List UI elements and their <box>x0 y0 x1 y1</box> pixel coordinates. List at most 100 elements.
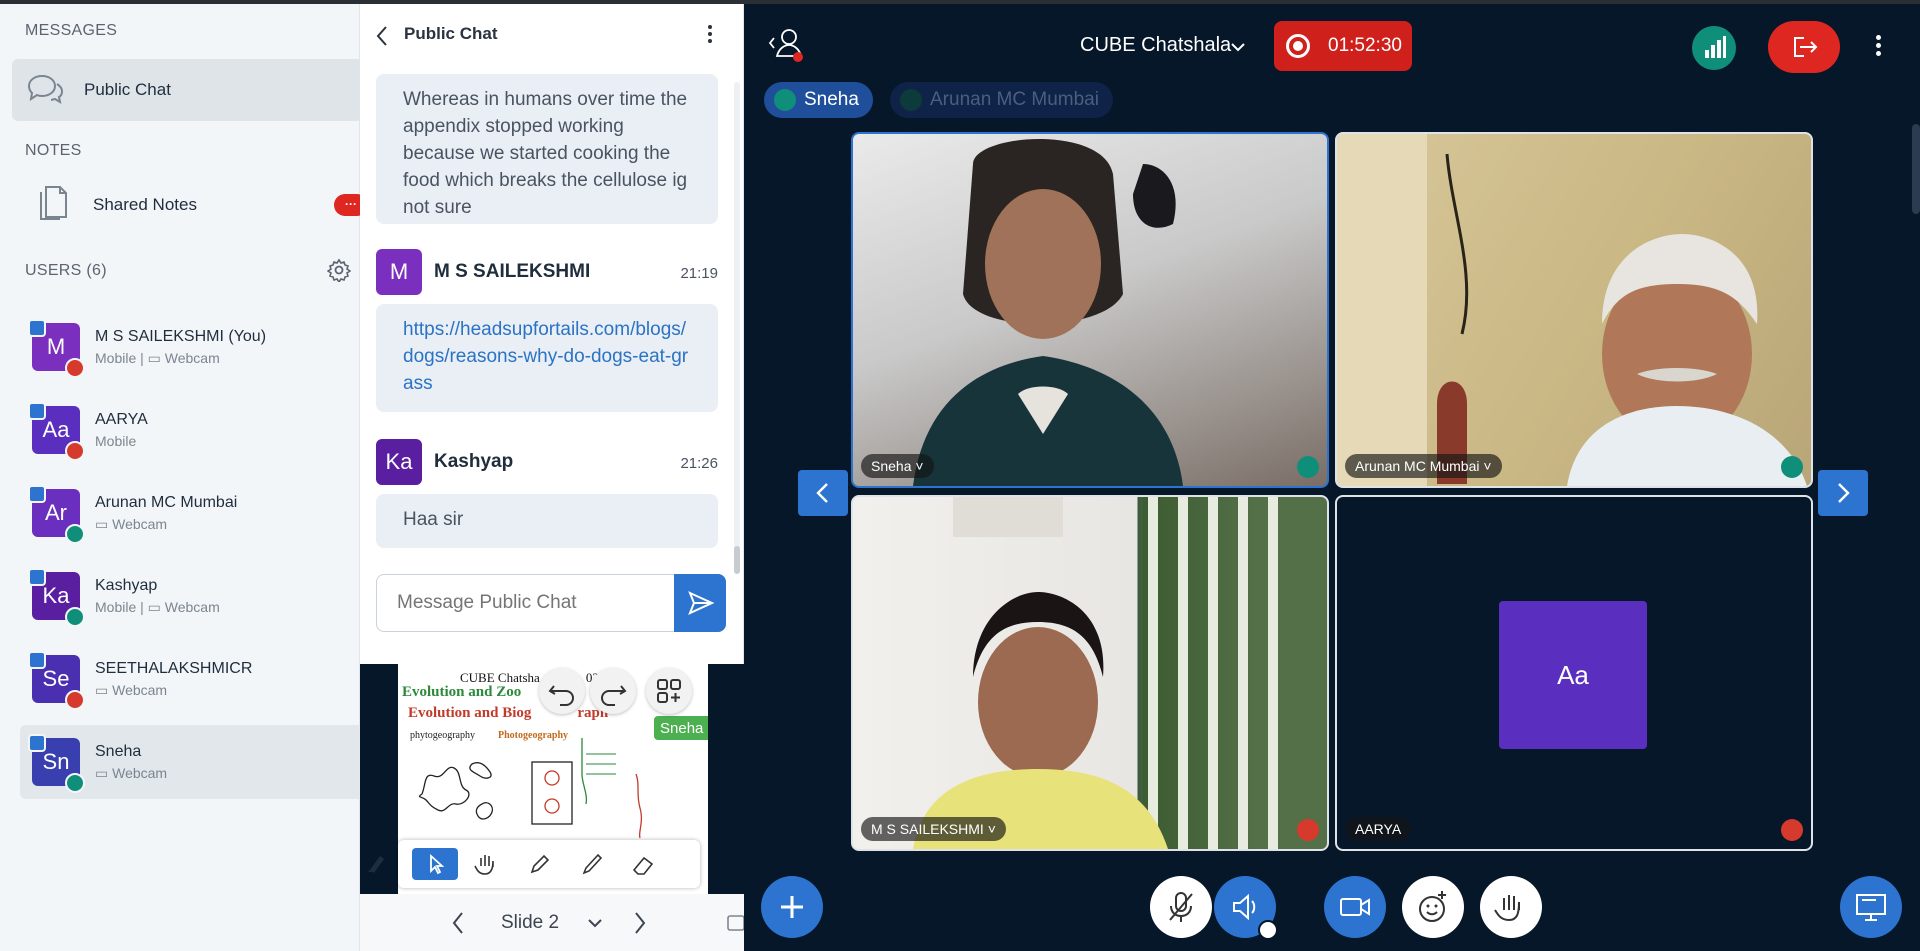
actions-button[interactable] <box>761 876 823 938</box>
presentation-options-icon[interactable] <box>726 912 744 934</box>
user-list-item[interactable]: Ka Kashyap Mobile | ▭ Webcam <box>20 559 360 633</box>
user-list-item[interactable]: Ar Arunan MC Mumbai ▭ Webcam <box>20 476 360 550</box>
presenter-icon <box>28 651 46 669</box>
multi-user-whiteboard-button[interactable] <box>646 668 692 714</box>
notes-title: NOTES <box>25 142 82 159</box>
microphone-muted-icon <box>65 690 85 710</box>
send-button[interactable] <box>674 574 726 632</box>
video-button[interactable] <box>1324 876 1386 938</box>
chat-scrollbar[interactable] <box>734 82 740 574</box>
raise-hand-button[interactable] <box>1480 876 1542 938</box>
tool-select[interactable] <box>412 848 458 880</box>
apps-grid-icon <box>657 679 681 703</box>
microphone-icon <box>65 607 85 627</box>
user-list-item[interactable]: Aa AARYA Mobile <box>20 393 360 467</box>
slide-text: phytogeography <box>410 730 475 741</box>
message-author: M S SAILEKSHMI <box>434 261 591 282</box>
mute-button[interactable] <box>1150 876 1212 938</box>
message-input[interactable] <box>377 575 675 631</box>
user-list-item[interactable]: Se SEETHALAKSHMICR ▭ Webcam <box>20 642 360 716</box>
user-name: Kashyap <box>95 577 158 594</box>
brush-icon[interactable] <box>362 848 392 878</box>
chat-message-link[interactable]: https://headsupfortails.com/blogs/dogs/r… <box>376 304 718 412</box>
chevron-down-icon[interactable] <box>586 914 604 932</box>
microphone-muted-icon <box>65 441 85 461</box>
shared-notes-label: Shared Notes <box>93 195 197 214</box>
microphone-muted-icon <box>1781 819 1803 841</box>
tool-marker[interactable] <box>568 848 614 880</box>
presentation-toggle-button[interactable] <box>1840 876 1902 938</box>
undo-button[interactable] <box>539 668 585 714</box>
whiteboard-toolbar <box>368 840 700 888</box>
chat-options-icon[interactable] <box>700 22 720 48</box>
chevron-down-icon[interactable] <box>1229 38 1247 56</box>
user-device: Mobile | ▭ Webcam <box>95 350 220 366</box>
participant-name[interactable]: Arunan MC Mumbai ˅ <box>1345 454 1502 478</box>
microphone-muted-icon <box>1169 892 1193 922</box>
chevron-left-icon[interactable] <box>450 910 466 936</box>
message-author: Kashyap <box>434 451 514 472</box>
avatar: Ka <box>376 439 422 485</box>
gear-icon[interactable] <box>327 258 351 282</box>
user-list-item[interactable]: MM S SAILEKSHMI (You) Mobile | ▭ Webcam <box>20 310 360 384</box>
slide-heading: Evolution and Zoo <box>402 684 522 700</box>
chevron-up-icon[interactable] <box>1258 920 1278 940</box>
microphone-icon <box>1781 456 1803 478</box>
logout-icon <box>1794 37 1818 57</box>
participant-name[interactable]: M S SAILEKSHMI ˅ <box>861 817 1006 841</box>
video-tile[interactable]: Arunan MC Mumbai ˅ <box>1335 132 1813 488</box>
public-chat-item[interactable]: Public Chat <box>12 59 360 121</box>
hand-icon <box>474 855 494 875</box>
presentation-panel: CUBE Chatsha 02 Evolution and Zoo Evoluti… <box>360 664 744 951</box>
previous-page-button[interactable] <box>798 470 848 516</box>
public-chat-panel: Public Chat Whereas in humans over time … <box>360 4 744 664</box>
pencil-icon <box>530 854 550 874</box>
user-device: ▭ Webcam <box>95 682 168 698</box>
audio-button[interactable] <box>1214 876 1278 940</box>
presenter-icon <box>28 402 46 420</box>
users-title: USERS (6) <box>25 262 107 279</box>
next-page-button[interactable] <box>1818 470 1868 516</box>
talking-indicator[interactable]: Sneha <box>764 82 873 118</box>
talking-indicator[interactable]: Arunan MC Mumbai <box>890 82 1113 118</box>
chat-title: Public Chat <box>404 24 498 43</box>
send-icon <box>688 591 715 615</box>
chevron-right-icon <box>1838 483 1850 503</box>
shared-notes-item[interactable]: Shared Notes ··· <box>12 178 368 232</box>
presenter-icon <box>28 319 46 337</box>
user-list-item[interactable]: Sn Sneha ▭ Webcam <box>20 725 360 799</box>
reactions-button[interactable] <box>1402 876 1464 938</box>
tool-pan[interactable] <box>464 848 510 880</box>
chat-message-header: M M S SAILEKSHMI 21:19 <box>376 249 718 295</box>
video-tile[interactable]: Aa AARYA <box>1335 495 1813 851</box>
meeting-title[interactable]: CUBE Chatshala <box>1080 34 1231 57</box>
tool-pencil[interactable] <box>516 848 562 880</box>
slide-selector[interactable]: Slide 2 <box>501 912 559 934</box>
participant-name[interactable]: Sneha ˅ <box>861 454 934 478</box>
participant-name[interactable]: AARYA <box>1345 817 1412 841</box>
eraser-icon <box>632 856 654 875</box>
chevron-right-icon[interactable] <box>632 910 648 936</box>
presenter-icon <box>28 568 46 586</box>
leave-meeting-button[interactable] <box>1768 21 1840 73</box>
users-toggle-button[interactable] <box>764 24 810 70</box>
recording-indicator[interactable]: 01:52:30 <box>1274 21 1412 71</box>
video-scrollbar[interactable] <box>1912 124 1920 214</box>
connection-status-button[interactable] <box>1692 26 1736 70</box>
video-tile[interactable]: M S SAILEKSHMI ˅ <box>851 495 1329 851</box>
chevron-left-icon[interactable] <box>374 24 390 48</box>
presenter-icon <box>28 485 46 503</box>
tool-eraser[interactable] <box>620 848 666 880</box>
plus-icon <box>781 896 803 918</box>
microphone-icon <box>65 773 85 793</box>
meeting-area: CUBE Chatshala 01:52:30 Sneha Arunan MC … <box>744 4 1920 951</box>
microphone-icon <box>900 89 922 111</box>
video-tile[interactable]: Sneha ˅ <box>851 132 1329 488</box>
redo-button[interactable] <box>590 668 636 714</box>
webcam-video <box>913 497 1327 849</box>
options-menu-icon[interactable] <box>1868 32 1888 62</box>
user-name: Sneha <box>95 743 142 760</box>
chat-message-header: Ka Kashyap 21:26 <box>376 439 718 485</box>
slide-drawing <box>531 761 573 825</box>
record-icon <box>1286 34 1310 58</box>
